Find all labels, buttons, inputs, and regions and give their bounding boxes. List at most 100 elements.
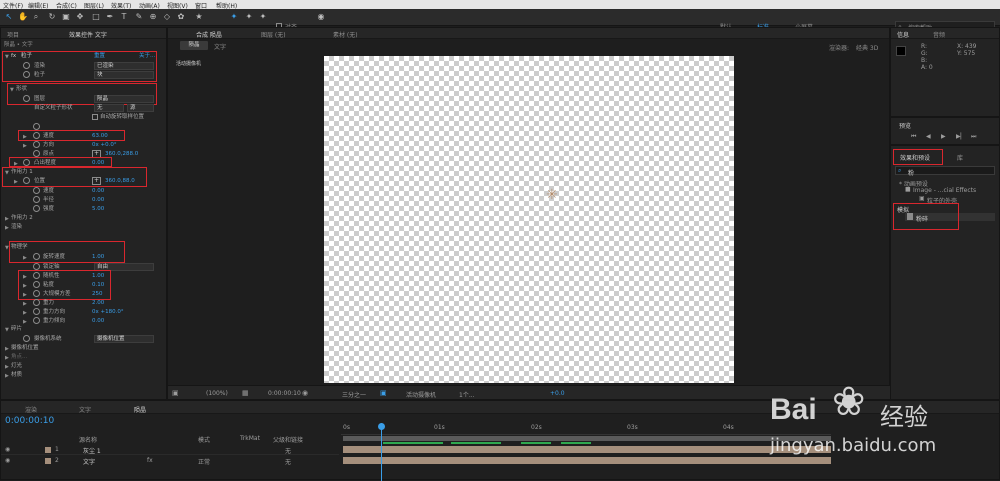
layer-parent[interactable]: 无 — [285, 446, 291, 455]
comp-subtab-active[interactable]: 陨晶 — [180, 41, 208, 50]
brush-tool-icon[interactable]: ✎ — [134, 12, 144, 22]
eye-icon[interactable]: ◉ — [5, 457, 10, 464]
table-row[interactable]: ◉ 2 文字 fx 正常 无 — [1, 456, 339, 466]
next-frame-icon[interactable]: ▶▏ — [956, 133, 965, 140]
view-dropdown[interactable]: 活动摄像机 — [406, 390, 436, 399]
last-frame-icon[interactable]: ⏭ — [971, 133, 976, 141]
stopwatch-icon[interactable] — [23, 335, 30, 342]
tab-composition[interactable]: 合成 陨晶 — [196, 30, 222, 39]
tab-comp-text[interactable]: 文字 — [79, 405, 91, 414]
eraser-tool-icon[interactable]: ◇ — [162, 12, 172, 22]
clone-tool-icon[interactable]: ⊕ — [148, 12, 158, 22]
tree-item-image-effects[interactable]: Image - ...cial Effects — [913, 187, 976, 194]
expand-arrow[interactable]: ▶ — [23, 301, 27, 307]
gravity-direction-value[interactable]: 0x +180.0° — [92, 308, 124, 316]
rotate-tool-icon[interactable]: ↻ — [47, 12, 57, 22]
layer-parent[interactable]: 无 — [285, 457, 291, 466]
stopwatch-icon[interactable] — [33, 150, 40, 157]
region-icon[interactable]: ▣ — [380, 389, 387, 397]
stopwatch-icon[interactable] — [33, 299, 40, 306]
play-icon[interactable]: ▶ — [941, 133, 946, 140]
tab-footage[interactable]: 素材 (无) — [333, 30, 358, 39]
prev-frame-icon[interactable]: ◀ — [926, 133, 931, 140]
selection-tool-icon[interactable]: ↖ — [4, 12, 14, 22]
layer-mode[interactable]: 正常 — [198, 457, 210, 466]
tab-library[interactable]: 库 — [957, 153, 963, 162]
direction-value[interactable]: 0x +0.0° — [92, 141, 117, 149]
pen-tool-icon[interactable]: ✒ — [105, 12, 115, 22]
axis-world-icon[interactable]: ✦ — [244, 12, 254, 22]
table-row[interactable]: ◉ 1 灰尘 1 无 — [1, 445, 339, 455]
radius-value[interactable]: 0.00 — [92, 196, 104, 204]
col-parent: 父级和链接 — [273, 437, 304, 444]
zoom-tool-icon[interactable]: ⌕ — [31, 12, 41, 22]
render-section-arrow[interactable]: ▶ — [5, 225, 9, 231]
playhead-handle[interactable] — [378, 423, 385, 430]
playhead[interactable] — [381, 423, 382, 481]
tab-effect-controls[interactable]: 效果控件 文字 — [69, 30, 107, 39]
lighting-arrow[interactable]: ▶ — [5, 364, 9, 370]
corner-pin-arrow[interactable]: ▶ — [5, 355, 9, 361]
resolution-dropdown[interactable]: 三分之一 — [342, 390, 366, 399]
expand-arrow[interactable]: ▶ — [23, 319, 27, 325]
effects-search-field[interactable]: ⌕ 粉 — [895, 166, 995, 177]
stopwatch-icon[interactable] — [33, 187, 40, 194]
force1-speed-value[interactable]: 0.00 — [92, 187, 104, 195]
comp-subtab-text[interactable]: 文字 — [214, 42, 226, 51]
tab-comp-meteor[interactable]: 陨晶 — [134, 405, 146, 414]
rectangle-tool-icon[interactable]: □ — [91, 12, 101, 22]
hand-tool-icon[interactable]: ✋ — [18, 12, 28, 22]
layer-duration-bar[interactable] — [343, 446, 831, 453]
timecode[interactable]: 0:00:00:10 — [5, 416, 54, 426]
roto-tool-icon[interactable]: ✿ — [176, 12, 186, 22]
force2-expand-arrow[interactable]: ▶ — [5, 216, 9, 222]
grid-icon[interactable]: ▦ — [242, 389, 249, 397]
composition-canvas[interactable]: ✳ — [324, 56, 734, 383]
gravity-tendency-value[interactable]: 0.00 — [92, 317, 104, 325]
fragment-expand-arrow[interactable]: ▼ — [5, 327, 9, 333]
snapshot-icon[interactable]: ◉ — [302, 389, 308, 397]
stopwatch-icon[interactable] — [33, 196, 40, 203]
camera-position-arrow[interactable]: ▶ — [5, 346, 9, 352]
stopwatch-icon[interactable] — [33, 308, 40, 315]
layer-duration-bar[interactable] — [343, 457, 831, 464]
views-dropdown[interactable]: 1个... — [459, 390, 475, 399]
info-panel: 信息 音频 R: G: B: A: 0 X: 439 Y: 575 — [890, 27, 1000, 117]
work-area-bar[interactable] — [343, 436, 831, 441]
time-ruler[interactable]: 0s 01s 02s 03s 04s — [341, 421, 831, 435]
stopwatch-icon[interactable] — [33, 205, 40, 212]
type-tool-icon[interactable]: T — [119, 12, 129, 22]
tab-render-queue[interactable]: 渲染 — [25, 405, 37, 414]
zoom-value[interactable]: (100%) — [206, 390, 228, 397]
renderer-value[interactable]: 经典 3D — [856, 43, 878, 52]
eye-icon[interactable]: ◉ — [5, 446, 10, 453]
first-frame-icon[interactable]: ⏮ — [911, 133, 916, 141]
stopwatch-icon[interactable] — [33, 141, 40, 148]
tab-info[interactable]: 信息 — [897, 30, 909, 39]
snap-option-icon[interactable]: ◉ — [316, 12, 326, 22]
axis-local-icon[interactable]: ✦ — [229, 12, 239, 22]
strength-value[interactable]: 5.00 — [92, 205, 104, 213]
tab-layer[interactable]: 图层 (无) — [261, 30, 286, 39]
axis-view-icon[interactable]: ✦ — [258, 12, 268, 22]
gravity-value[interactable]: 2.00 — [92, 299, 104, 307]
puppet-tool-icon[interactable]: ★ — [194, 12, 204, 22]
material-arrow[interactable]: ▶ — [5, 373, 9, 379]
preview-toggle-icon[interactable]: ▣ — [172, 389, 179, 397]
stopwatch-icon[interactable] — [33, 263, 40, 270]
stopwatch-icon[interactable] — [33, 123, 40, 130]
pan-behind-tool-icon[interactable]: ✥ — [75, 12, 85, 22]
time-value[interactable]: 0:00:00:10 — [268, 390, 301, 397]
exposure-value[interactable]: +0.0 — [550, 390, 565, 397]
tab-audio[interactable]: 音频 — [933, 30, 945, 39]
expand-arrow[interactable]: ▶ — [23, 310, 27, 316]
custom-particle-dropdown[interactable]: 无 — [94, 104, 124, 112]
stopwatch-icon[interactable] — [33, 317, 40, 324]
camera-tool-icon[interactable]: ▣ — [61, 12, 71, 22]
tab-project[interactable]: 项目 — [7, 30, 19, 39]
camera-system-dropdown[interactable]: 摄像机位置 — [94, 335, 154, 343]
expand-arrow[interactable]: ▶ — [23, 143, 27, 149]
fx-badge[interactable]: fx — [147, 457, 153, 464]
custom-particle-source-dropdown[interactable]: 源 — [127, 104, 154, 112]
auto-rotate-checkbox[interactable] — [92, 114, 98, 120]
